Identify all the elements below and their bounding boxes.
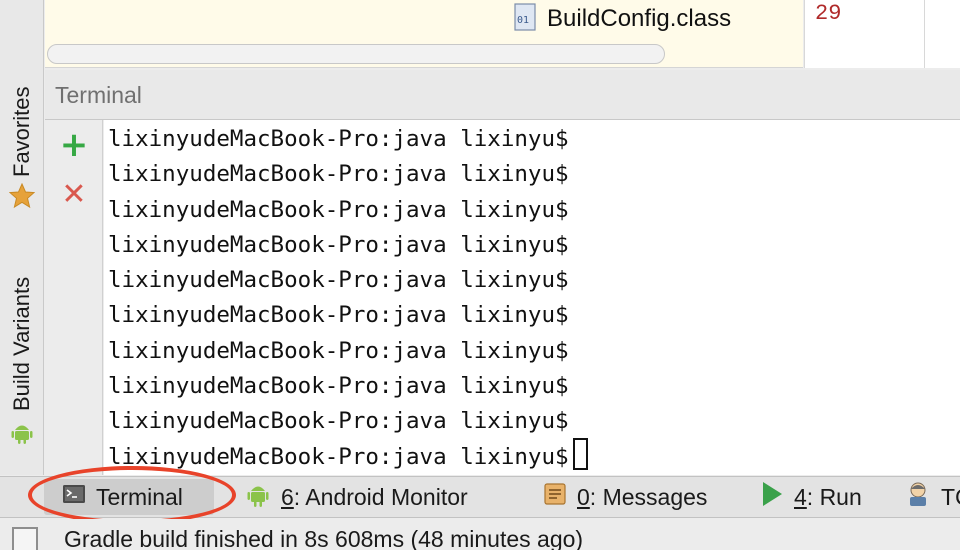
svg-text:01: 01	[517, 15, 529, 26]
terminal-title: Terminal	[55, 82, 142, 108]
terminal-line: lixinyudeMacBook-Pro:java lixinyu$	[108, 231, 569, 258]
terminal-line: lixinyudeMacBook-Pro:java lixinyu$	[108, 408, 569, 435]
android-icon	[245, 480, 271, 514]
tab-todo[interactable]: TC	[905, 477, 960, 517]
terminal-side-toolbar: + ✕	[45, 120, 103, 475]
plus-icon[interactable]: +	[59, 128, 89, 162]
todo-icon	[905, 481, 931, 513]
terminal-line: lixinyudeMacBook-Pro:java lixinyu$	[108, 126, 569, 152]
tab-run[interactable]: 4: Run	[760, 477, 862, 517]
messages-icon	[543, 482, 567, 512]
class-file-icon: 01	[513, 2, 539, 36]
terminal-line: lixinyudeMacBook-Pro:java lixinyu$	[108, 302, 569, 329]
tab-android-monitor[interactable]: 6: Android Monitor	[245, 477, 468, 517]
line-number: 29	[815, 1, 842, 26]
status-text: Gradle build finished in 8s 608ms (48 mi…	[64, 526, 584, 550]
tab-android-monitor-label: 6: Android Monitor	[281, 483, 468, 510]
terminal-line: lixinyudeMacBook-Pro:java lixinyu$	[108, 161, 569, 188]
terminal-line: lixinyudeMacBook-Pro:java lixinyu$	[108, 196, 569, 223]
left-tool-strip: Favorites Build Variants	[0, 0, 44, 475]
star-icon	[8, 182, 36, 214]
tab-todo-label: TC	[941, 483, 960, 510]
file-name: BuildConfig.class	[547, 5, 732, 32]
tab-run-label: 4: Run	[794, 483, 862, 510]
tab-messages[interactable]: 0: Messages	[543, 477, 707, 517]
terminal-line: lixinyudeMacBook-Pro:java lixinyu$	[108, 267, 569, 294]
editor-right-edge	[924, 0, 960, 68]
android-icon	[9, 419, 35, 450]
tab-messages-label: 0: Messages	[577, 483, 708, 510]
close-icon[interactable]: ✕	[59, 180, 89, 210]
highlight-annotation	[28, 466, 236, 524]
build-variants-label: Build Variants	[9, 276, 34, 411]
horizontal-scrollbar[interactable]	[47, 44, 665, 64]
terminal-lines: lixinyudeMacBook-Pro:java lixinyu$ lixin…	[108, 122, 588, 475]
favorites-tab[interactable]: Favorites	[0, 72, 44, 217]
terminal-line: lixinyudeMacBook-Pro:java lixinyu$	[108, 337, 569, 364]
terminal-cursor	[572, 438, 588, 471]
project-tree-panel: 01 BuildConfig.class	[45, 0, 803, 68]
status-bar: Gradle build finished in 8s 608ms (48 mi…	[0, 519, 960, 550]
run-icon	[760, 481, 784, 513]
favorites-label: Favorites	[9, 86, 34, 177]
editor-gutter: 29	[804, 0, 924, 68]
terminal-output[interactable]: lixinyudeMacBook-Pro:java lixinyu$ lixin…	[104, 120, 960, 475]
tree-item-buildconfig[interactable]: 01 BuildConfig.class	[513, 2, 731, 36]
tool-windows-toggle[interactable]	[12, 527, 38, 550]
terminal-header: Terminal	[45, 70, 960, 120]
terminal-line: lixinyudeMacBook-Pro:java lixinyu$	[108, 373, 569, 400]
build-variants-tab[interactable]: Build Variants	[0, 260, 44, 450]
